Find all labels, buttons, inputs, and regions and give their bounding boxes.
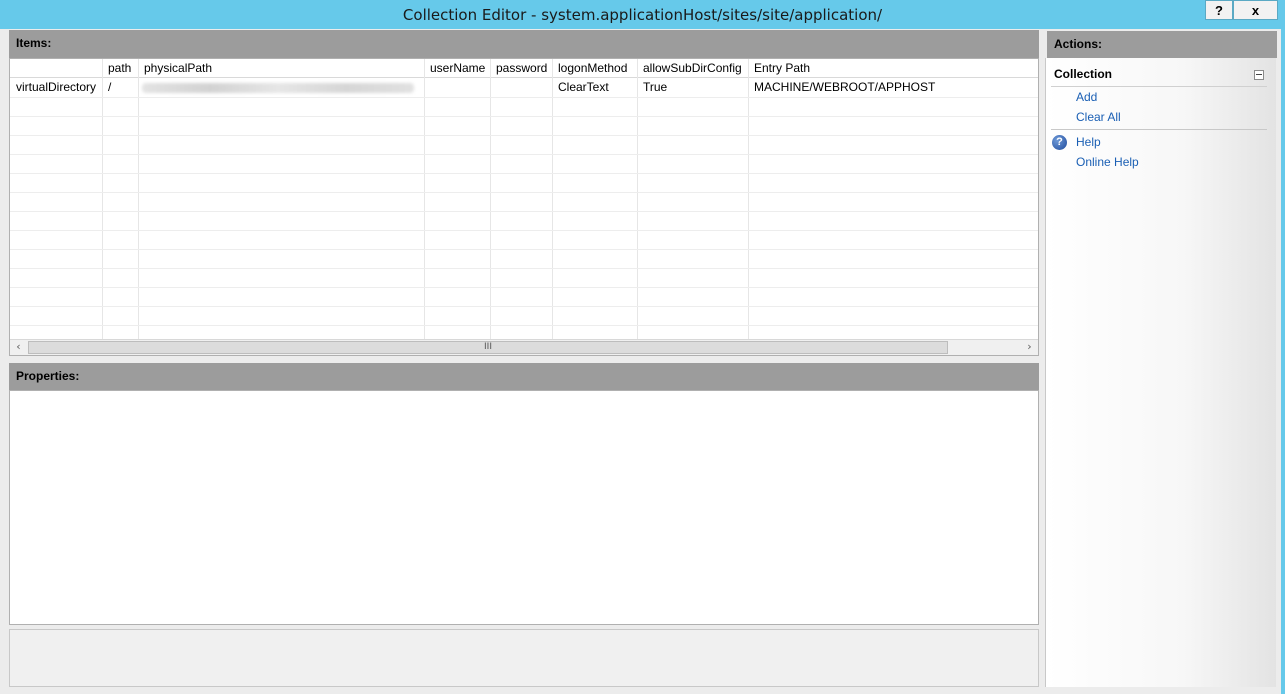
column-divider[interactable] bbox=[424, 59, 425, 341]
table-cell bbox=[424, 78, 490, 97]
row-divider bbox=[10, 135, 1038, 136]
table-cell: virtualDirectory bbox=[16, 80, 97, 94]
table-cell: ClearText bbox=[558, 80, 609, 94]
column-header[interactable]: path bbox=[102, 59, 138, 78]
row-divider bbox=[10, 230, 1038, 231]
help-icon: ? bbox=[1052, 135, 1067, 150]
items-header: Items: bbox=[9, 30, 1039, 58]
items-table: path physicalPath userName password logonMet… bbox=[10, 59, 1038, 341]
close-button[interactable]: x bbox=[1233, 0, 1278, 20]
scrollbar-thumb[interactable]: III bbox=[28, 341, 948, 354]
row-divider bbox=[10, 249, 1038, 250]
table-cell bbox=[138, 78, 424, 97]
window-title: Collection Editor - system.applicationHo… bbox=[402, 6, 883, 24]
column-divider[interactable] bbox=[490, 59, 491, 341]
actions-header: Actions: bbox=[1047, 31, 1277, 58]
row-divider bbox=[10, 287, 1038, 288]
column-header[interactable]: password bbox=[490, 59, 552, 78]
items-grid[interactable]: path physicalPath userName password logonMet… bbox=[9, 58, 1039, 356]
row-divider bbox=[10, 173, 1038, 174]
actions-separator bbox=[1051, 129, 1267, 130]
row-divider bbox=[10, 306, 1038, 307]
row-divider bbox=[10, 97, 1038, 98]
row-divider bbox=[10, 268, 1038, 269]
chevron-left-icon[interactable]: ‹ bbox=[10, 340, 27, 355]
table-cell bbox=[490, 78, 552, 97]
row-divider bbox=[10, 154, 1038, 155]
row-divider bbox=[10, 211, 1038, 212]
actions-pane: Collection Add Clear All ? Help Online H… bbox=[1045, 58, 1276, 687]
column-divider[interactable] bbox=[748, 59, 749, 341]
description-panel bbox=[9, 629, 1039, 687]
online-help-link[interactable]: Online Help bbox=[1076, 155, 1139, 169]
column-divider[interactable] bbox=[637, 59, 638, 341]
column-header[interactable]: logonMethod bbox=[552, 59, 637, 78]
properties-panel[interactable] bbox=[9, 390, 1039, 625]
column-header[interactable]: physicalPath bbox=[138, 59, 424, 78]
group-divider bbox=[1051, 86, 1267, 87]
help-button[interactable]: ? bbox=[1205, 0, 1233, 20]
column-header[interactable] bbox=[10, 59, 102, 78]
row-divider bbox=[10, 116, 1038, 117]
table-cell: True bbox=[643, 80, 668, 94]
clear-all-link[interactable]: Clear All bbox=[1076, 110, 1121, 124]
column-divider[interactable] bbox=[102, 59, 103, 341]
horizontal-scrollbar[interactable]: ‹ III › bbox=[10, 339, 1038, 355]
table-cell: / bbox=[108, 80, 112, 94]
chevron-right-icon[interactable]: › bbox=[1021, 340, 1038, 355]
column-header[interactable]: allowSubDirConfig bbox=[637, 59, 748, 78]
table-cell: MACHINE/WEBROOT/APPHOST bbox=[754, 80, 936, 94]
column-header[interactable]: userName bbox=[424, 59, 490, 78]
add-link[interactable]: Add bbox=[1076, 90, 1097, 104]
collapse-icon[interactable] bbox=[1254, 70, 1264, 80]
title-bar: Collection Editor - system.applicationHo… bbox=[0, 0, 1285, 29]
column-divider[interactable] bbox=[138, 59, 139, 341]
row-divider bbox=[10, 192, 1038, 193]
row-divider bbox=[10, 325, 1038, 326]
column-divider[interactable] bbox=[552, 59, 553, 341]
column-header[interactable]: Entry Path bbox=[748, 59, 1038, 78]
redacted-physical-path bbox=[142, 83, 414, 93]
properties-header: Properties: bbox=[9, 363, 1039, 390]
help-link[interactable]: Help bbox=[1076, 135, 1101, 149]
collection-group-title: Collection bbox=[1054, 67, 1113, 81]
